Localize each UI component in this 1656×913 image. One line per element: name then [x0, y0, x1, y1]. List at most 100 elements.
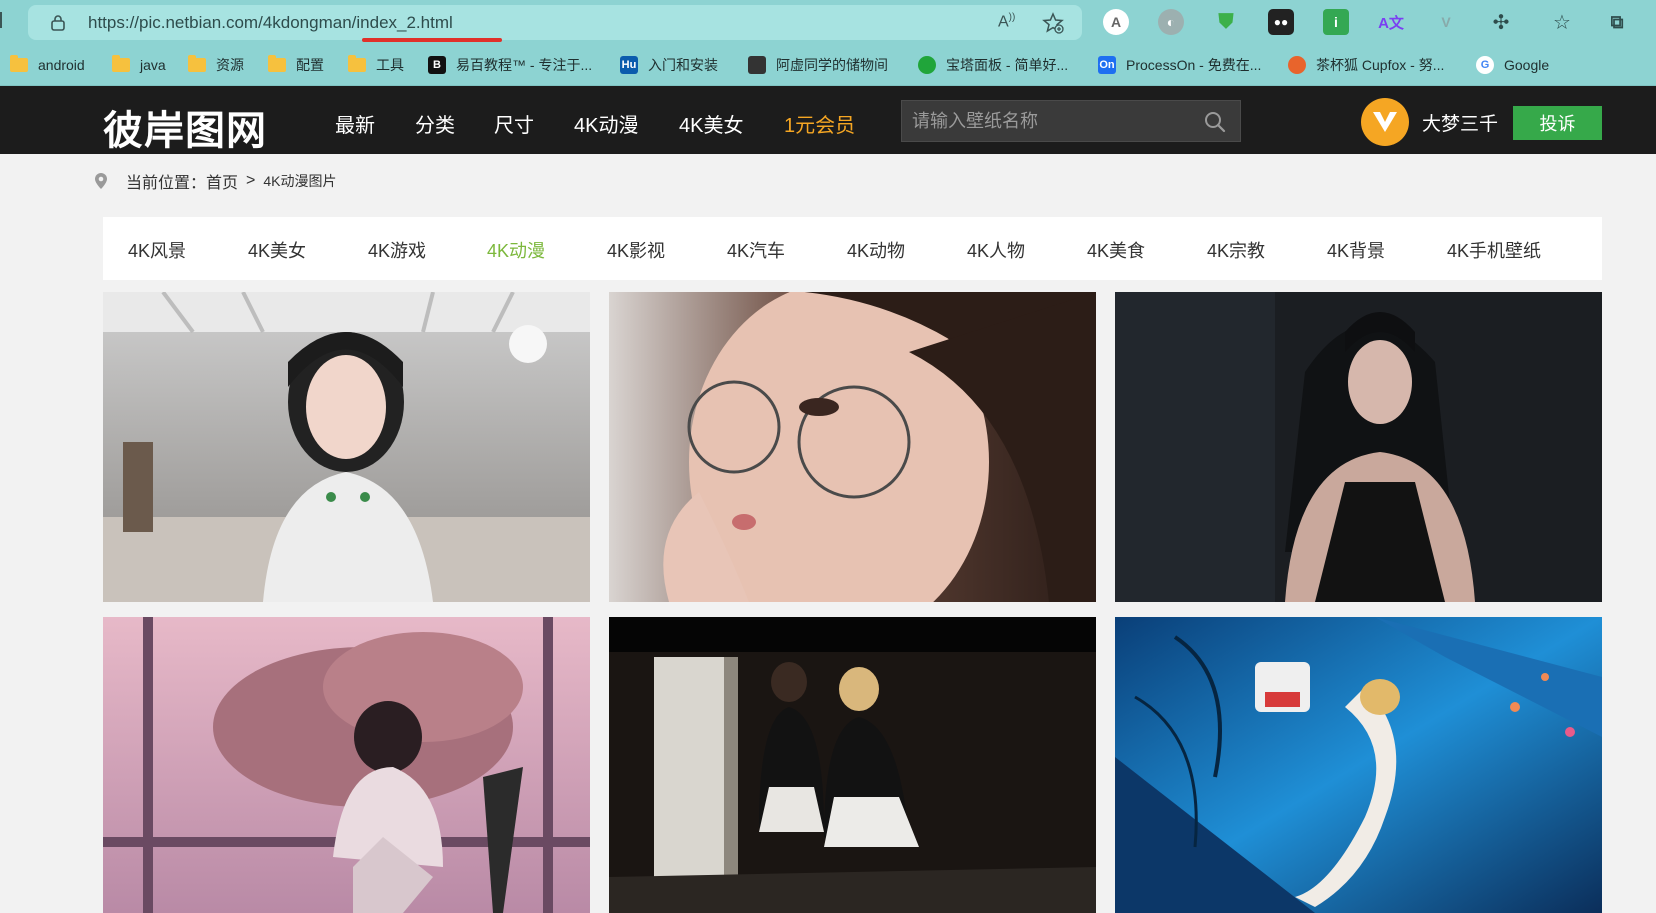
- user-avatar[interactable]: [1361, 98, 1409, 146]
- address-bar[interactable]: https://pic.netbian.com/4kdongman/index_…: [28, 5, 1082, 42]
- hu-icon: Hu: [620, 56, 638, 74]
- search-input[interactable]: [912, 109, 1192, 133]
- favorites-icon[interactable]: ☆: [1549, 9, 1575, 35]
- bookmark-label: 配置: [296, 57, 324, 73]
- bookmark-yiibai[interactable]: B 易百教程™ - 专注于...: [428, 54, 592, 76]
- bookmark-java[interactable]: java: [112, 54, 166, 76]
- category-car[interactable]: 4K汽车: [727, 237, 785, 263]
- breadcrumb-current[interactable]: 4K动漫图片: [263, 171, 336, 191]
- back-edge-icon[interactable]: [0, 12, 4, 28]
- nav-latest[interactable]: 最新: [335, 109, 375, 138]
- bookmark-label: 易百教程™ - 专注于...: [456, 57, 593, 73]
- bookmark-intro-install[interactable]: Hu 入门和安装: [620, 54, 718, 76]
- extension-a-icon[interactable]: A: [1103, 9, 1129, 35]
- yiibai-b-icon: B: [428, 56, 446, 74]
- wallpaper-thumbnail[interactable]: [103, 617, 590, 913]
- category-anime[interactable]: 4K动漫: [487, 237, 545, 263]
- url-text[interactable]: https://pic.netbian.com/4kdongman/index_…: [88, 13, 453, 33]
- bookmark-label: Google: [1504, 57, 1550, 73]
- add-favorite-icon[interactable]: [1041, 11, 1065, 35]
- bookmark-label: 工具: [376, 57, 404, 73]
- bookmark-config[interactable]: 配置: [268, 54, 324, 76]
- bookmark-label: ProcessOn - 免费在...: [1126, 57, 1262, 73]
- category-phone-wallpaper[interactable]: 4K手机壁纸: [1447, 237, 1541, 263]
- nav-category[interactable]: 分类: [415, 109, 455, 138]
- category-religion[interactable]: 4K宗教: [1207, 237, 1265, 263]
- bookmark-android[interactable]: android: [10, 54, 85, 76]
- breadcrumb-prefix: 当前位置：: [126, 175, 207, 192]
- baota-icon: [918, 56, 936, 74]
- bookmark-resources[interactable]: 资源: [188, 54, 244, 76]
- avatar-icon: [748, 56, 766, 74]
- breadcrumb-separator: >: [246, 172, 256, 189]
- search-icon[interactable]: [1204, 111, 1226, 133]
- browser-toolbar: https://pic.netbian.com/4kdongman/index_…: [0, 0, 1656, 45]
- bookmark-google[interactable]: G Google: [1476, 54, 1549, 76]
- vue-devtools-icon[interactable]: V: [1433, 9, 1459, 35]
- category-beauty[interactable]: 4K美女: [248, 237, 306, 263]
- thumbnail-image: [1115, 617, 1602, 913]
- folder-icon: [112, 55, 130, 72]
- bookmark-label: 入门和安装: [648, 57, 718, 73]
- nav-size[interactable]: 尺寸: [494, 109, 534, 138]
- bookmark-baota[interactable]: 宝塔面板 - 简单好...: [918, 54, 1068, 76]
- bookmark-label: 宝塔面板 - 简单好...: [946, 57, 1069, 73]
- collections-icon[interactable]: ⧉: [1604, 9, 1630, 35]
- category-background[interactable]: 4K背景: [1327, 237, 1385, 263]
- read-aloud-icon[interactable]: A)): [998, 12, 1020, 34]
- breadcrumb: 当前位置： 首页 > 4K动漫图片: [94, 170, 337, 192]
- category-landscape[interactable]: 4K风景: [128, 237, 186, 263]
- vip-v-icon: [1373, 112, 1397, 132]
- bookmark-processon[interactable]: On ProcessOn - 免费在...: [1098, 54, 1261, 76]
- category-people[interactable]: 4K人物: [967, 237, 1025, 263]
- shield-check-icon[interactable]: ⛊: [1213, 9, 1239, 35]
- location-pin-icon: [95, 173, 107, 189]
- site-logo[interactable]: 彼岸图网: [103, 98, 267, 156]
- category-film[interactable]: 4K影视: [607, 237, 665, 263]
- site-header: 彼岸图网 最新 分类 尺寸 4K动漫 4K美女 1元会员 大梦三千 投诉: [0, 86, 1656, 154]
- breadcrumb-home[interactable]: 首页: [206, 169, 238, 193]
- bookmark-label: 茶杯狐 Cupfox - 努...: [1316, 57, 1445, 73]
- thumbnail-image: [609, 292, 1096, 602]
- wallpaper-thumbnail[interactable]: [1115, 292, 1602, 602]
- search-box: [901, 100, 1241, 142]
- bookmark-label: android: [38, 57, 85, 73]
- wallpaper-thumbnail[interactable]: [609, 292, 1096, 602]
- bookmarks-bar: android java 资源 配置 工具 B 易百教程™ - 专注于... Hu…: [0, 45, 1656, 86]
- wallpaper-thumbnail[interactable]: [103, 292, 590, 602]
- bookmark-label: java: [140, 57, 166, 73]
- lock-icon[interactable]: [50, 14, 66, 31]
- bookmark-cupfox[interactable]: 茶杯狐 Cupfox - 努...: [1288, 54, 1444, 76]
- username[interactable]: 大梦三千: [1422, 109, 1498, 136]
- translate-icon[interactable]: A文: [1378, 9, 1404, 35]
- google-icon: G: [1476, 56, 1494, 74]
- wallpaper-thumbnail[interactable]: [609, 617, 1096, 913]
- bookmark-label: 阿虚同学的储物间: [776, 57, 888, 73]
- category-animal[interactable]: 4K动物: [847, 237, 905, 263]
- bookmark-tools[interactable]: 工具: [348, 54, 404, 76]
- folder-icon: [10, 55, 28, 72]
- thumbnail-image: [1115, 292, 1602, 602]
- folder-icon: [348, 55, 366, 72]
- wallpaper-thumbnail[interactable]: [1115, 617, 1602, 913]
- thumbnail-image: [609, 617, 1096, 913]
- nav-4k-beauty[interactable]: 4K美女: [679, 109, 743, 138]
- extension-gray-icon[interactable]: ◐: [1158, 9, 1184, 35]
- tampermonkey-icon[interactable]: ●●: [1268, 9, 1294, 35]
- folder-icon: [188, 55, 206, 72]
- category-food[interactable]: 4K美食: [1087, 237, 1145, 263]
- cupfox-icon: [1288, 56, 1306, 74]
- bookmark-axu-storage[interactable]: 阿虚同学的储物间: [748, 54, 888, 76]
- category-bar: 4K风景 4K美女 4K游戏 4K动漫 4K影视 4K汽车 4K动物 4K人物 …: [103, 217, 1602, 280]
- extensions-puzzle-icon[interactable]: ✣: [1488, 9, 1514, 35]
- complaint-button[interactable]: 投诉: [1513, 106, 1602, 140]
- category-game[interactable]: 4K游戏: [368, 237, 426, 263]
- processon-icon: On: [1098, 56, 1116, 74]
- bookmark-label: 资源: [216, 57, 244, 73]
- info-extension-icon[interactable]: i: [1323, 9, 1349, 35]
- nav-4k-anime[interactable]: 4K动漫: [574, 109, 638, 138]
- nav-vip-membership[interactable]: 1元会员: [784, 109, 855, 138]
- thumbnail-image: [103, 617, 590, 913]
- thumbnail-image: [103, 292, 590, 602]
- folder-icon: [268, 55, 286, 72]
